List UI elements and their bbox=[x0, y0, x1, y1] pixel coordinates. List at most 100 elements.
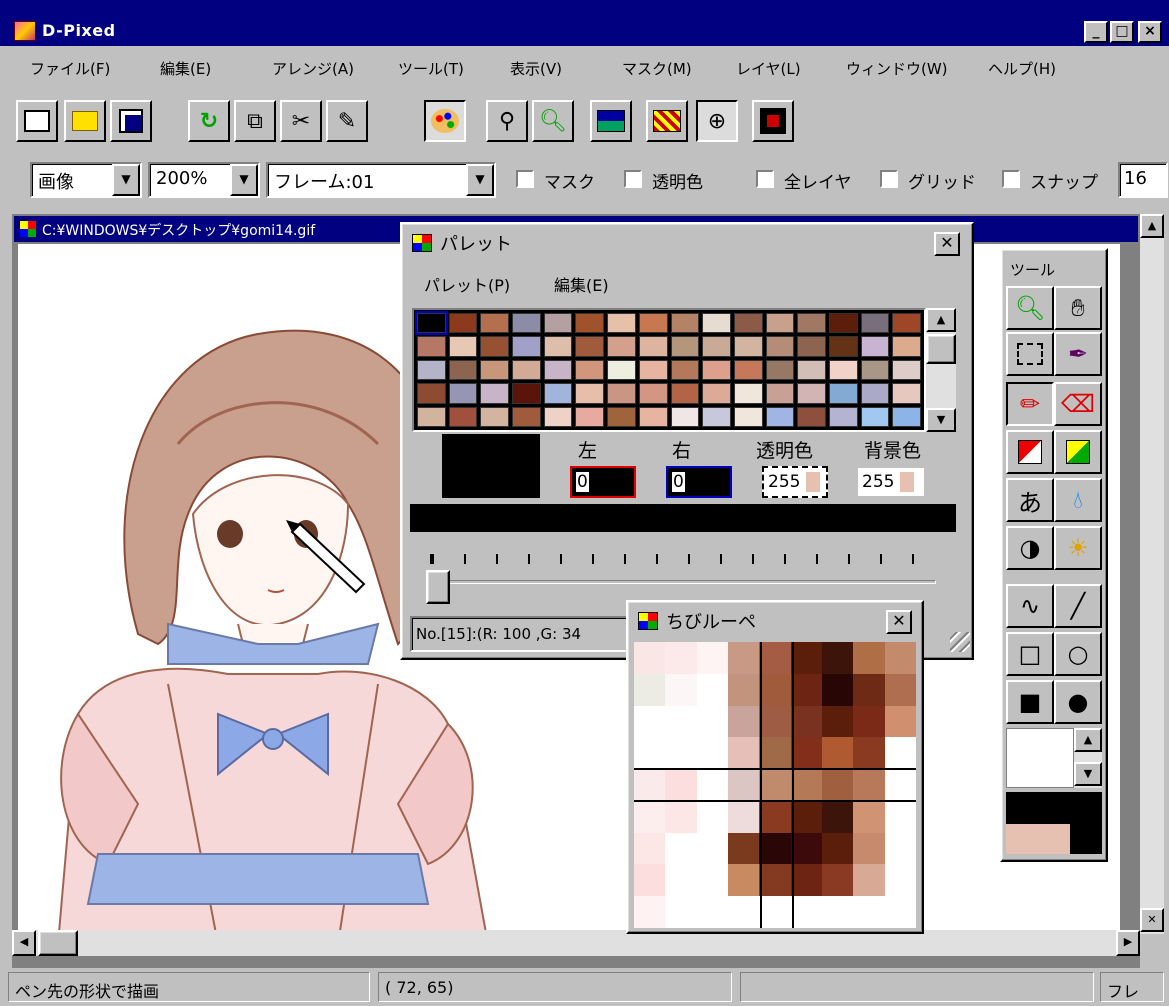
menu-edit[interactable]: 編集(E) bbox=[160, 58, 211, 79]
palette-swatch[interactable] bbox=[448, 406, 478, 427]
pencil-icon[interactable]: ✏ bbox=[1006, 382, 1054, 426]
frame-select[interactable]: フレーム:01 ▼ bbox=[266, 162, 496, 198]
scroll-left-icon[interactable]: ◀ bbox=[12, 930, 36, 956]
background-color-swatch[interactable] bbox=[1006, 824, 1070, 854]
palette-swatch[interactable] bbox=[543, 336, 573, 357]
palette-swatch[interactable] bbox=[448, 336, 478, 357]
snap-input[interactable]: 16 bbox=[1118, 162, 1168, 198]
snap-checkbox[interactable] bbox=[1002, 170, 1020, 188]
close-icon[interactable]: ✕ bbox=[1140, 908, 1164, 932]
crosshair-icon[interactable]: ⊕ bbox=[696, 100, 738, 142]
scroll-down-icon[interactable]: ▼ bbox=[1074, 762, 1102, 786]
palette-swatch[interactable] bbox=[797, 383, 826, 404]
palette-swatch[interactable] bbox=[607, 313, 636, 334]
palette-icon[interactable] bbox=[424, 100, 466, 142]
palette-swatch[interactable] bbox=[892, 336, 921, 357]
chevron-down-icon[interactable]: ▼ bbox=[230, 164, 258, 196]
palette-swatch[interactable] bbox=[860, 383, 890, 404]
palette-swatch[interactable] bbox=[860, 313, 890, 334]
palette-swatch[interactable] bbox=[702, 406, 731, 427]
rect-icon[interactable]: □ bbox=[1006, 632, 1054, 676]
hand-icon[interactable]: ✋︎ bbox=[1054, 286, 1102, 330]
palette-swatch[interactable] bbox=[543, 406, 573, 427]
all-layers-checkbox[interactable] bbox=[756, 170, 774, 188]
palette-swatch[interactable] bbox=[702, 313, 731, 334]
palette-swatch[interactable] bbox=[702, 336, 731, 357]
palette-swatch[interactable] bbox=[512, 336, 541, 357]
palette-swatch[interactable] bbox=[892, 383, 921, 404]
paste-icon[interactable]: ✎ bbox=[326, 100, 368, 142]
copy-rect-icon[interactable] bbox=[1006, 430, 1054, 474]
pattern-icon[interactable] bbox=[646, 100, 688, 142]
palette-swatch[interactable] bbox=[512, 359, 541, 381]
palette-swatch[interactable] bbox=[512, 383, 541, 404]
scroll-thumb[interactable] bbox=[926, 334, 956, 364]
scroll-thumb[interactable] bbox=[38, 930, 78, 956]
palette-swatch[interactable] bbox=[670, 313, 700, 334]
palette-swatch[interactable] bbox=[512, 313, 541, 334]
brightness-icon[interactable]: ☀ bbox=[1054, 526, 1102, 570]
scroll-up-icon[interactable]: ▲ bbox=[1074, 728, 1102, 752]
palette-swatch[interactable] bbox=[417, 336, 446, 357]
copy-icon[interactable]: ⧉ bbox=[234, 100, 276, 142]
line-icon[interactable]: ╱ bbox=[1054, 584, 1102, 628]
palette-swatch[interactable] bbox=[480, 359, 510, 381]
background-color-value[interactable]: 255 bbox=[856, 466, 926, 498]
palette-swatch[interactable] bbox=[797, 336, 826, 357]
palette-swatch[interactable] bbox=[607, 359, 636, 381]
grid-checkbox[interactable] bbox=[880, 170, 898, 188]
palette-swatch[interactable] bbox=[543, 359, 573, 381]
palette-swatch[interactable] bbox=[448, 359, 478, 381]
select-rect-icon[interactable] bbox=[1006, 332, 1054, 376]
palette-swatch[interactable] bbox=[480, 383, 510, 404]
palette-swatch[interactable] bbox=[512, 406, 541, 427]
palette-swatch[interactable] bbox=[860, 359, 890, 381]
palette-swatch[interactable] bbox=[797, 313, 826, 334]
palette-swatch[interactable] bbox=[417, 406, 446, 427]
palette-swatch[interactable] bbox=[733, 313, 763, 334]
palette-menu-palette[interactable]: パレット(P) bbox=[424, 272, 510, 296]
palette-swatch[interactable] bbox=[733, 383, 763, 404]
palette-swatch[interactable] bbox=[765, 336, 795, 357]
menu-window[interactable]: ウィンドウ(W) bbox=[846, 58, 948, 79]
dropper-icon[interactable]: ⚲ bbox=[486, 100, 528, 142]
resize-grip-icon[interactable] bbox=[950, 632, 970, 652]
chevron-down-icon[interactable]: ▼ bbox=[466, 164, 494, 196]
scroll-up-icon[interactable]: ▲ bbox=[926, 308, 956, 332]
palette-swatch[interactable] bbox=[702, 359, 731, 381]
image-icon[interactable] bbox=[590, 100, 632, 142]
palette-swatch[interactable] bbox=[765, 406, 795, 427]
palette-menu-edit[interactable]: 編集(E) bbox=[554, 272, 609, 296]
slider-thumb[interactable] bbox=[426, 570, 450, 604]
open-folder-icon[interactable] bbox=[64, 100, 106, 142]
palette-swatch[interactable] bbox=[765, 359, 795, 381]
zoom-icon[interactable]: 🔍︎ bbox=[532, 100, 574, 142]
palette-swatch[interactable] bbox=[543, 383, 573, 404]
palette-swatch[interactable] bbox=[860, 336, 890, 357]
palette-swatch[interactable] bbox=[638, 336, 668, 357]
filled-ellipse-icon[interactable]: ● bbox=[1054, 680, 1102, 724]
palette-close-button[interactable]: ✕ bbox=[934, 232, 960, 256]
scroll-down-icon[interactable]: ▼ bbox=[926, 408, 956, 432]
palette-swatch[interactable] bbox=[417, 359, 446, 381]
horizontal-scrollbar[interactable]: ◀ ▶ bbox=[12, 930, 1140, 956]
menu-arrange[interactable]: アレンジ(A) bbox=[272, 58, 354, 79]
scroll-up-icon[interactable]: ▲ bbox=[1140, 214, 1164, 238]
film-icon[interactable] bbox=[752, 100, 794, 142]
palette-swatch[interactable] bbox=[670, 406, 700, 427]
palette-swatch[interactable] bbox=[828, 336, 858, 357]
brush-size-scroll[interactable]: ▲ ▼ bbox=[1074, 728, 1102, 788]
palette-swatch-grid[interactable] bbox=[412, 308, 926, 432]
palette-swatch[interactable] bbox=[797, 359, 826, 381]
palette-swatch[interactable] bbox=[892, 406, 921, 427]
palette-swatch[interactable] bbox=[575, 336, 605, 357]
palette-swatch[interactable] bbox=[765, 383, 795, 404]
palette-swatch[interactable] bbox=[860, 406, 890, 427]
transparent-color-value[interactable]: 255 bbox=[762, 466, 828, 498]
palette-swatch[interactable] bbox=[733, 336, 763, 357]
text-icon[interactable]: あ bbox=[1006, 478, 1054, 522]
undo-icon[interactable]: ↻ bbox=[188, 100, 230, 142]
palette-swatch[interactable] bbox=[575, 313, 605, 334]
mode-select[interactable]: 画像 ▼ bbox=[30, 162, 142, 198]
menu-view[interactable]: 表示(V) bbox=[510, 58, 562, 79]
